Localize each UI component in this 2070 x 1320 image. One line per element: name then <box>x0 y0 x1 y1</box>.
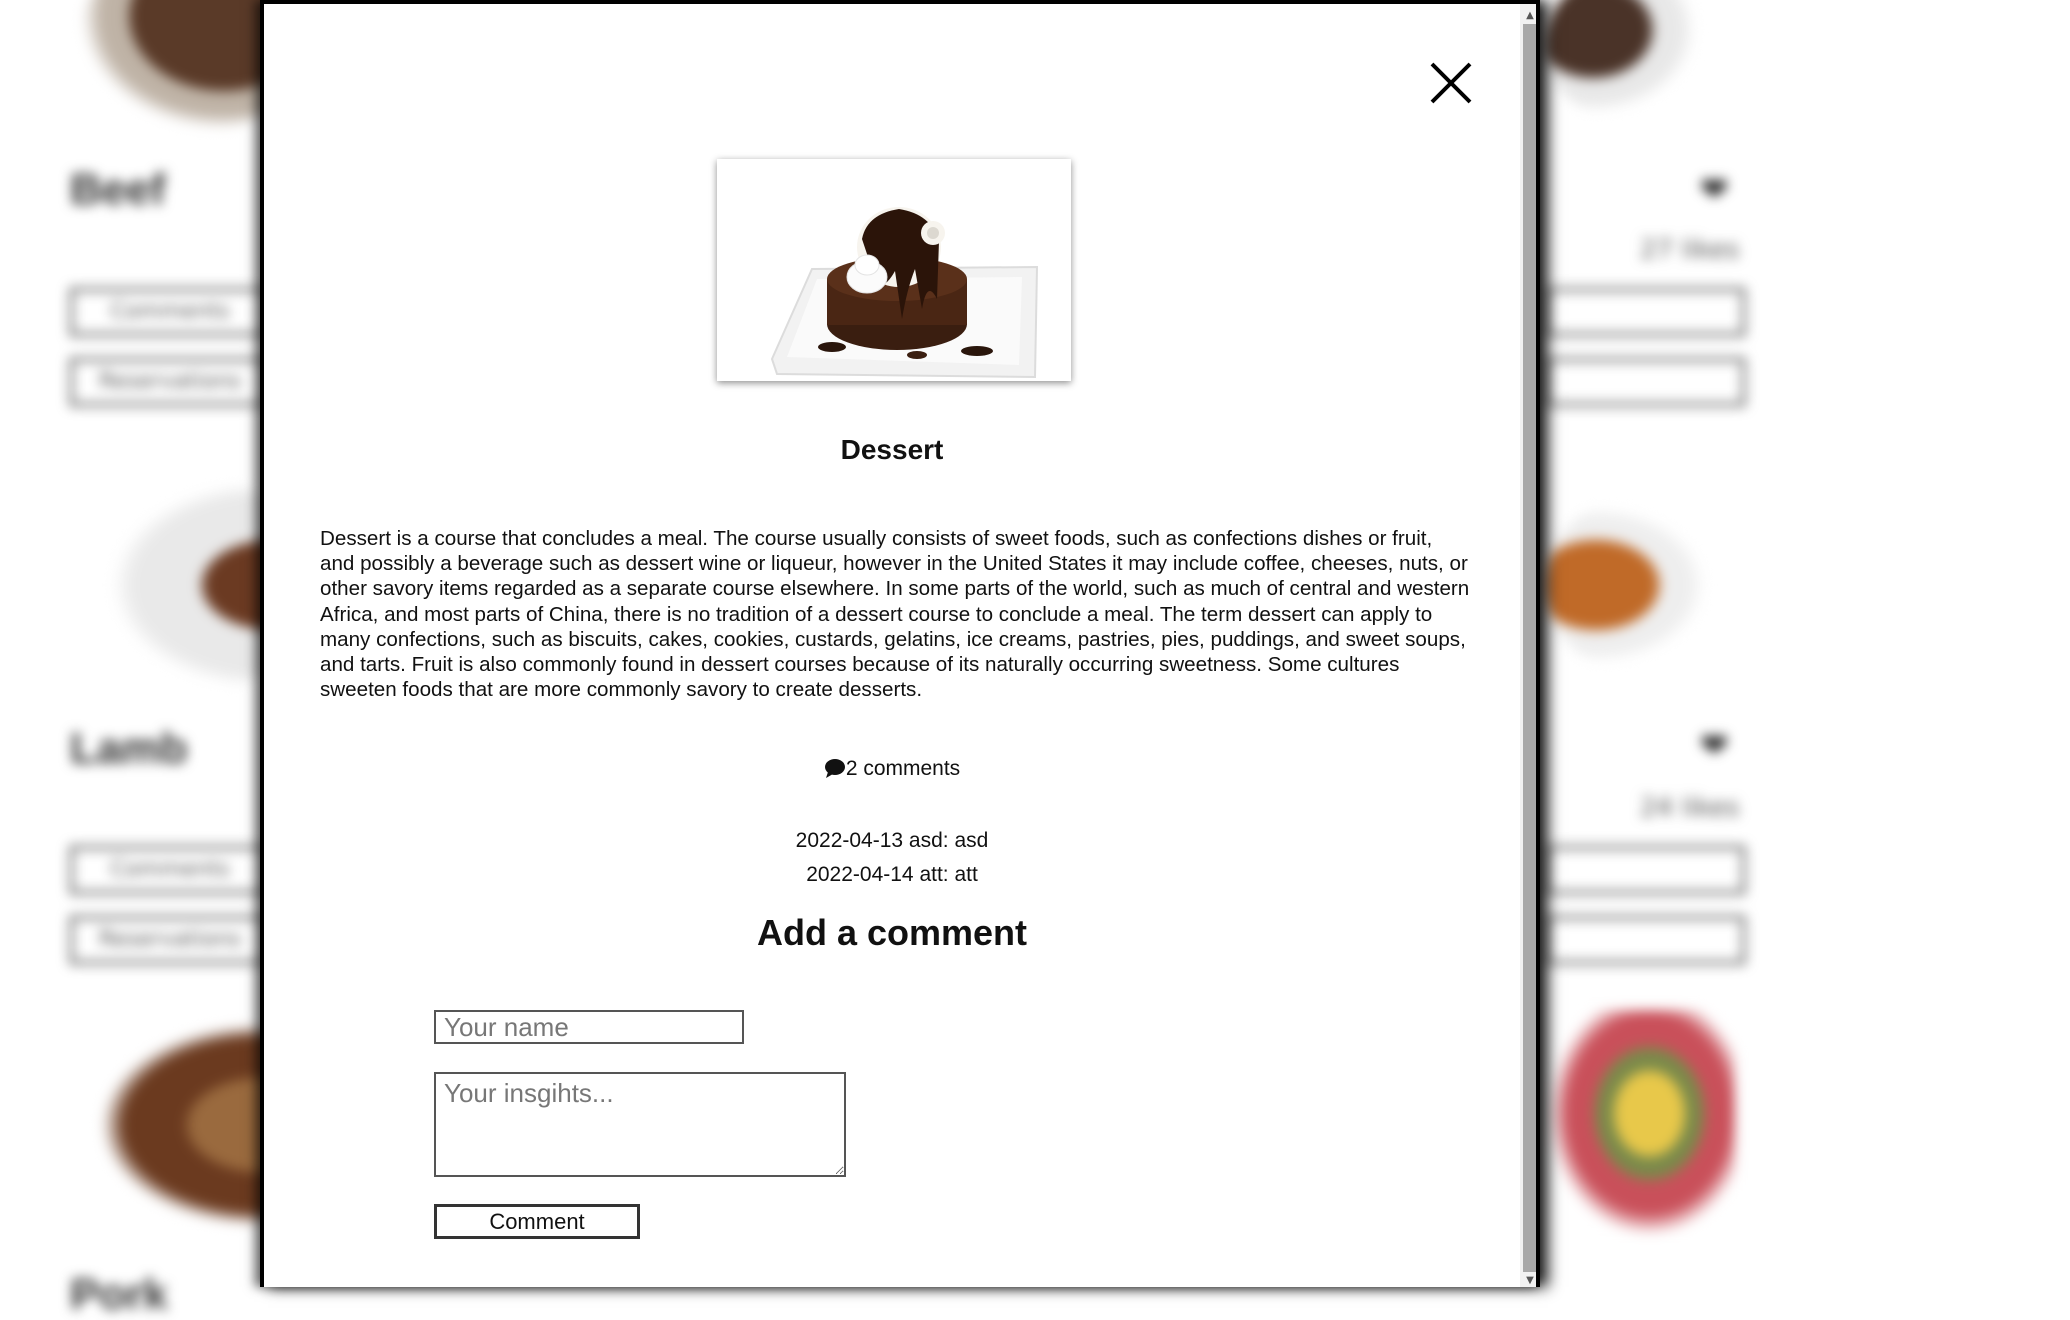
card-title: Beef <box>70 165 166 214</box>
comment-item: 2022-04-13 asd: asd <box>795 829 989 852</box>
dish-title: Dessert <box>840 434 944 465</box>
food-image <box>1545 0 1705 120</box>
food-image <box>1545 1010 1735 1240</box>
card-title: Lamb <box>70 724 188 773</box>
name-input[interactable] <box>434 1010 744 1044</box>
reservations-button[interactable]: Reservations <box>70 916 270 964</box>
dish-description: Dessert is a course that concludes a mea… <box>320 527 1470 702</box>
chocolate-dessert-image <box>717 159 1071 381</box>
heart-icon[interactable]: ❤ <box>1700 170 1729 210</box>
scroll-thumb[interactable] <box>1523 24 1536 1272</box>
comment-item: 2022-04-14 att: att <box>806 863 978 886</box>
comments-button[interactable]: Comments <box>70 846 270 894</box>
reservations-button[interactable] <box>1545 916 1745 964</box>
add-comment-title: Add a comment <box>756 912 1028 953</box>
comments-counter: 2 comments <box>264 757 1520 781</box>
reservations-button[interactable] <box>1545 358 1745 406</box>
scroll-up-arrow-icon[interactable]: ▲ <box>1520 8 1536 24</box>
modal-scrollbar[interactable]: ▲ ▼ <box>1520 4 1536 1287</box>
comment-icon <box>824 759 845 778</box>
dish-image <box>717 159 1071 381</box>
comments-button[interactable] <box>1545 846 1745 894</box>
likes-count: 24 likes <box>1640 793 1740 823</box>
likes-count: 27 likes <box>1640 235 1740 265</box>
comment-list: 2022-04-13 asd: asd 2022-04-14 att: att <box>264 824 1520 892</box>
comments-count-label: 2 comments <box>845 757 961 780</box>
close-icon[interactable] <box>1428 60 1474 106</box>
comments-button[interactable] <box>1545 288 1745 336</box>
heart-icon[interactable]: ❤ <box>1700 726 1729 766</box>
comment-submit-button[interactable]: Comment <box>434 1204 640 1239</box>
dish-modal: Dessert Dessert is a course that conclud… <box>260 0 1540 1287</box>
card-title: Pork <box>70 1270 168 1319</box>
scroll-down-arrow-icon[interactable]: ▼ <box>1520 1273 1536 1287</box>
comments-button[interactable]: Comments <box>70 288 270 336</box>
reservations-button[interactable]: Reservations <box>70 358 270 406</box>
insights-input[interactable] <box>434 1072 846 1177</box>
food-image <box>1545 500 1715 670</box>
